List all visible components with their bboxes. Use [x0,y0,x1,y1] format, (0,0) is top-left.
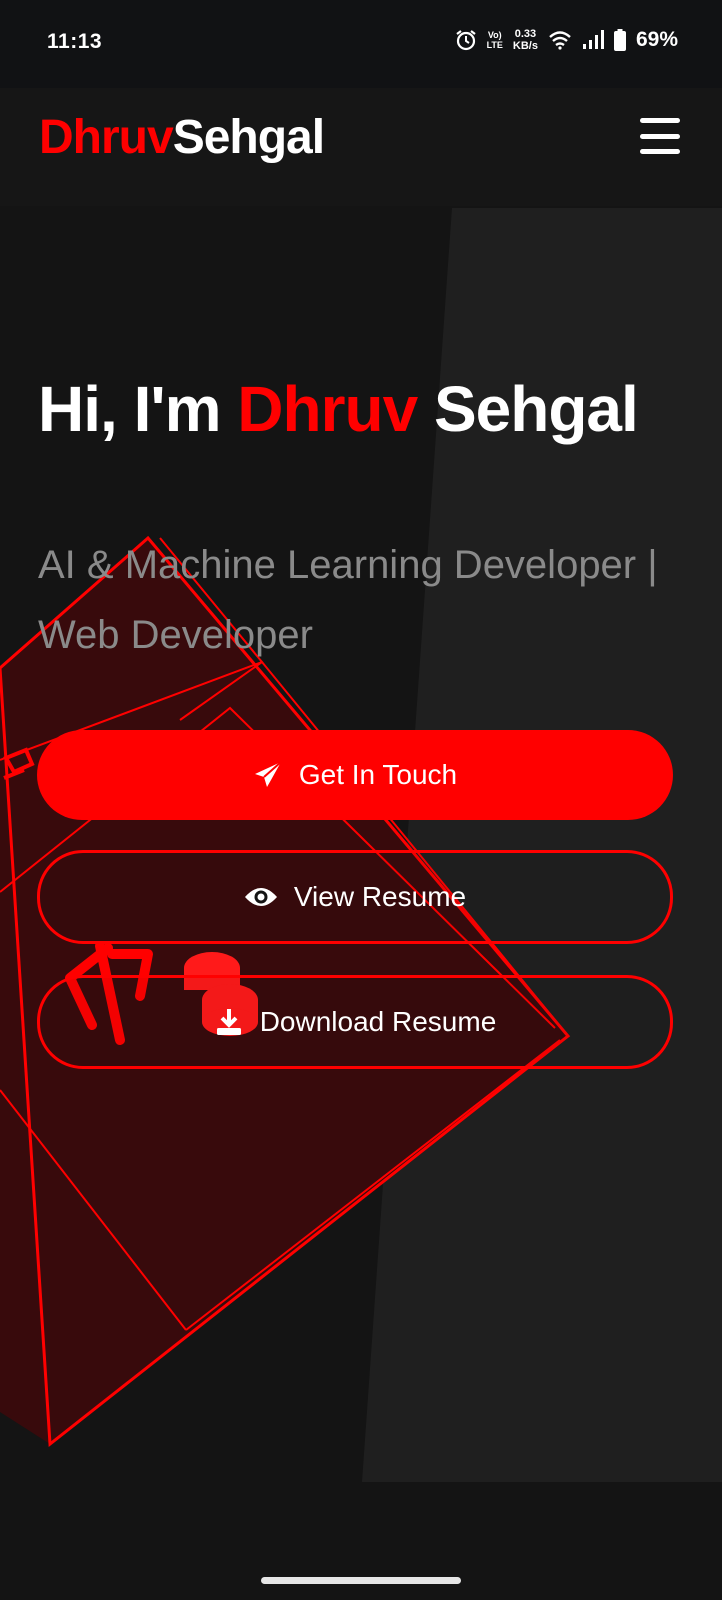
status-icons: Vo) LTE 0.33 KB/s 69% [455,28,678,52]
wifi-icon [549,31,571,50]
volte-icon: Vo) LTE [486,30,503,50]
view-resume-button[interactable]: View Resume [37,850,673,944]
status-bar: 11:13 Vo) LTE 0.33 KB/s 69% [0,0,722,88]
logo-first-name: Dhruv [39,111,174,164]
network-speed: 0.33 KB/s [512,28,538,52]
hamburger-menu-icon[interactable] [640,118,680,154]
get-in-touch-label: Get In Touch [298,759,458,790]
hero-subtitle: AI & Machine Learning Developer | Web De… [38,543,658,657]
hero-first-name: Dhruv [237,373,418,445]
page: 11:13 Vo) LTE 0.33 KB/s 69% DhruvSehgal … [0,0,722,1600]
site-logo[interactable]: DhruvSehgal [39,110,325,165]
site-header: DhruvSehgal [0,88,722,206]
logo-last-name: Sehgal [172,111,325,164]
alarm-icon [455,30,476,51]
download-resume-label: Download Resume [259,1006,497,1037]
view-resume-label: View Resume [293,881,467,912]
paper-plane-icon [254,761,282,787]
signal-icon [582,30,604,49]
battery-icon [613,29,626,51]
status-time: 11:13 [47,30,103,53]
home-indicator[interactable] [261,1577,461,1584]
battery-percent: 69% [635,28,678,51]
eye-icon [244,888,277,906]
get-in-touch-button[interactable]: Get In Touch [37,730,673,820]
hero-title: Hi, I'm Dhruv Sehgal [38,373,639,445]
download-resume-button[interactable]: Download Resume [37,975,673,1069]
download-icon [216,1009,241,1035]
